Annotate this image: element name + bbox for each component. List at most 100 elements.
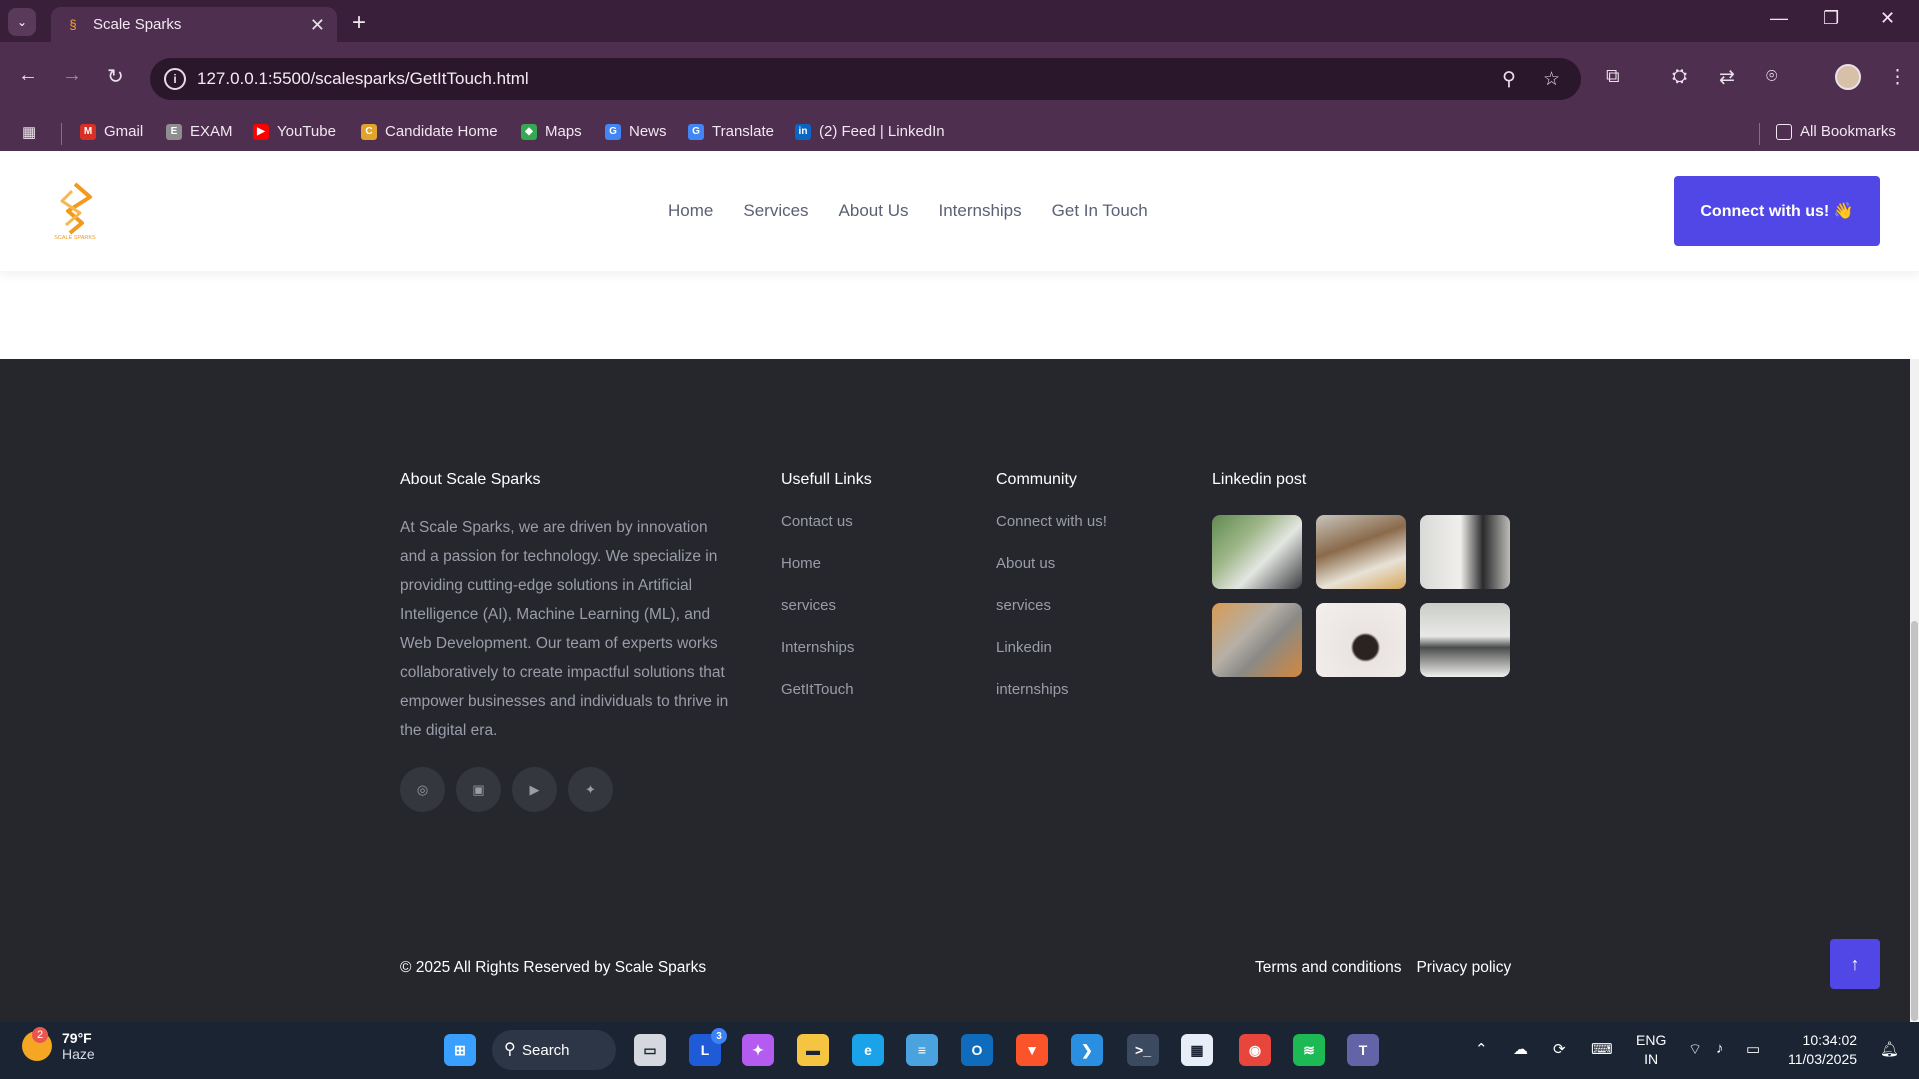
reload-button[interactable]: ↻ <box>107 64 124 89</box>
taskbar-clock[interactable]: 10:34:02 11/03/2025 <box>1788 1031 1857 1069</box>
screenshot-icon[interactable]: ⌾ <box>1766 66 1777 88</box>
whatsapp-button[interactable]: ◎ <box>400 767 445 812</box>
bookmark-item[interactable]: E EXAM <box>166 123 233 140</box>
footer-legal-links: Terms and conditions Privacy policy <box>1255 959 1520 977</box>
bookmark-item[interactable]: G Translate <box>688 123 774 140</box>
tab-title: Scale Sparks <box>93 16 182 33</box>
nav-link-internships[interactable]: Internships <box>938 201 1021 221</box>
bookmark-item[interactable]: in (2) Feed | LinkedIn <box>795 123 945 140</box>
volume-icon[interactable]: ♪ <box>1716 1040 1724 1057</box>
wifi-icon[interactable]: ⌔ <box>1688 1040 1702 1059</box>
back-to-top-button[interactable]: ↑ <box>1830 939 1880 989</box>
spotify-icon[interactable]: ≋ <box>1293 1034 1325 1066</box>
bookmark-item[interactable]: M Gmail <box>80 123 143 140</box>
window-close-button[interactable]: ✕ <box>1880 8 1895 29</box>
back-button[interactable]: ← <box>18 64 38 87</box>
app-l-icon[interactable]: L3 <box>689 1028 727 1066</box>
bookmark-item[interactable]: ◆ Maps <box>521 123 582 140</box>
community-link[interactable]: internships <box>996 681 1107 723</box>
nav-link-services[interactable]: Services <box>743 201 808 221</box>
linkedin-post-image[interactable] <box>1420 515 1510 589</box>
community-link[interactable]: About us <box>996 555 1107 597</box>
battery-icon[interactable]: ▭ <box>1746 1040 1760 1058</box>
footer-links-title: Usefull Links <box>781 471 872 488</box>
community-link[interactable]: Linkedin <box>996 639 1107 681</box>
apps-grid-icon[interactable]: ▦ <box>22 123 36 141</box>
weather-widget[interactable]: 2 79°F Haze <box>22 1027 95 1062</box>
notepad-icon[interactable]: ≡ <box>906 1034 938 1066</box>
scrollbar-thumb[interactable] <box>1911 621 1918 1021</box>
scale-sparks-logo[interactable]: SCALE SPARKS <box>50 181 100 241</box>
linkedin-post-image[interactable] <box>1212 603 1302 677</box>
browser-tab-bar: ⌄ § Scale Sparks ✕ + — ❐ ✕ <box>0 0 1919 42</box>
footer-about-title: About Scale Sparks <box>400 471 541 488</box>
copilot-icon[interactable]: ✦ <box>742 1034 774 1066</box>
useful-link[interactable]: GetItTouch <box>781 681 872 723</box>
linkedin-post-image[interactable] <box>1212 515 1302 589</box>
clock-time: 10:34:02 <box>1802 1032 1858 1048</box>
footer-about-text: At Scale Sparks, we are driven by innova… <box>400 519 729 739</box>
address-url[interactable]: 127.0.0.1:5500/scalesparks/GetItTouch.ht… <box>197 69 529 89</box>
brave-icon[interactable]: ▼ <box>1016 1034 1048 1066</box>
bookmark-favicon-icon: M <box>80 123 96 140</box>
browser-menu-icon[interactable]: ⋮ <box>1888 66 1907 89</box>
file-explorer-icon[interactable]: ▬ <box>797 1034 829 1066</box>
zoom-icon[interactable]: ⚲ <box>1502 68 1516 91</box>
all-bookmarks-button[interactable]: All Bookmarks <box>1776 123 1896 140</box>
linkedin-post-image[interactable] <box>1316 515 1406 589</box>
chrome-icon[interactable]: ◉ <box>1239 1034 1271 1066</box>
useful-link[interactable]: Contact us <box>781 513 872 555</box>
connect-with-us-button[interactable]: Connect with us! 👋 <box>1674 176 1880 246</box>
youtube-button[interactable]: ▶ <box>512 767 557 812</box>
twitter-button[interactable]: ✦ <box>568 767 613 812</box>
nav-link-home[interactable]: Home <box>668 201 713 221</box>
forward-button[interactable]: → <box>62 64 82 87</box>
useful-link[interactable]: Home <box>781 555 872 597</box>
windows-start-icon[interactable]: ⊞ <box>444 1034 476 1066</box>
browser-tab-active[interactable]: § Scale Sparks ✕ <box>51 7 337 42</box>
language-indicator[interactable]: ENG IN <box>1636 1031 1666 1069</box>
edge-icon[interactable]: e <box>852 1034 884 1066</box>
keyboard-icon[interactable]: ⌨ <box>1591 1040 1613 1058</box>
tab-search-button[interactable]: ⌄ <box>8 8 36 36</box>
minimize-button[interactable]: — <box>1770 8 1788 29</box>
footer-links-column: Usefull Links Contact us Home services Inte… <box>781 471 872 723</box>
linkedin-post-image[interactable] <box>1316 603 1406 677</box>
onedrive-icon[interactable]: ☁ <box>1513 1040 1528 1058</box>
privacy-link[interactable]: Privacy policy <box>1416 959 1511 977</box>
nav-link-about-us[interactable]: About Us <box>839 201 909 221</box>
bookmark-item[interactable]: G News <box>605 123 667 140</box>
profile-avatar[interactable] <box>1835 64 1861 90</box>
taskbar-search[interactable]: ⚲ Search <box>492 1030 616 1070</box>
bookmark-item[interactable]: ▶ YouTube <box>253 123 336 140</box>
whatsapp-icon: ◎ <box>416 781 429 797</box>
teams-icon[interactable]: T <box>1347 1034 1379 1066</box>
community-link[interactable]: services <box>996 597 1107 639</box>
useful-link[interactable]: services <box>781 597 872 639</box>
linkedin-button[interactable]: ▣ <box>456 767 501 812</box>
task-view-icon[interactable]: ▭ <box>634 1034 666 1066</box>
bookmark-item[interactable]: C Candidate Home <box>361 123 498 140</box>
sync-icon[interactable]: ⟳ <box>1553 1040 1566 1058</box>
notifications-icon[interactable]: 🔔︎ <box>1880 1040 1899 1058</box>
bookmark-star-icon[interactable]: ☆ <box>1543 68 1560 91</box>
new-tab-button[interactable]: + <box>352 9 366 37</box>
tray-overflow-icon[interactable]: ⌃ <box>1475 1040 1488 1058</box>
address-bar[interactable]: i 127.0.0.1:5500/scalesparks/GetItTouch.… <box>150 58 1581 100</box>
terminal-icon[interactable]: >_ <box>1127 1034 1159 1066</box>
community-link[interactable]: Connect with us! <box>996 513 1107 555</box>
linkedin-post-image[interactable] <box>1420 603 1510 677</box>
nav-link-get-in-touch[interactable]: Get In Touch <box>1052 201 1148 221</box>
vscode-icon[interactable]: ❯ <box>1071 1034 1103 1066</box>
useful-link[interactable]: Internships <box>781 639 872 681</box>
tab-close-icon[interactable]: ✕ <box>310 15 325 36</box>
translate-icon[interactable]: ⇄ <box>1719 66 1735 89</box>
extensions-icon[interactable]: ⧉ <box>1606 66 1620 88</box>
outlook-icon[interactable]: O <box>961 1034 993 1066</box>
terms-link[interactable]: Terms and conditions <box>1255 959 1401 977</box>
footer-community-column: Community Connect with us! About us servic… <box>996 471 1107 723</box>
store-icon[interactable]: ▦ <box>1181 1034 1213 1066</box>
incognito-icon[interactable]: ⛭ <box>1672 66 1687 88</box>
site-info-icon[interactable]: i <box>164 68 186 90</box>
restore-button[interactable]: ❐ <box>1823 8 1839 29</box>
